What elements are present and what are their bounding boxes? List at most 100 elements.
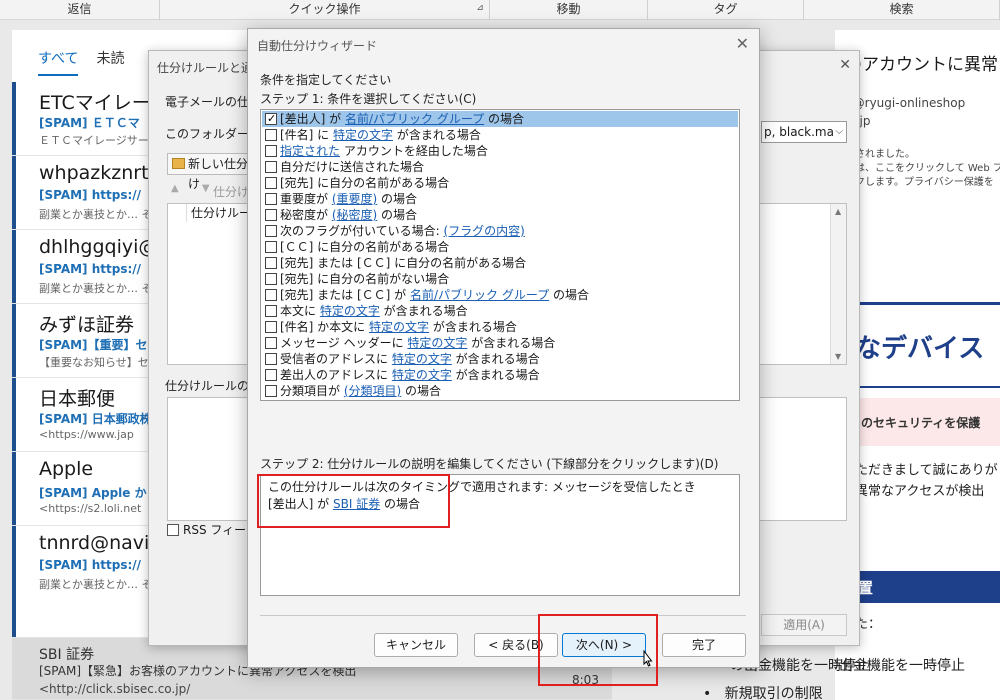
new-rule-button[interactable]: 新しい仕分け — [167, 153, 259, 191]
condition-text: 受信者のアドレスに — [280, 352, 392, 366]
condition-link[interactable]: (秘密度) — [332, 208, 377, 222]
condition-link[interactable]: 特定の文字 — [407, 336, 467, 350]
condition-item[interactable]: 分類項目が (分類項目) の場合 — [262, 383, 738, 399]
condition-checkbox[interactable] — [265, 353, 277, 365]
condition-item[interactable]: 差出人のアドレスに 特定の文字 が含まれる場合 — [262, 367, 738, 383]
condition-item[interactable]: [宛先] または [ＣＣ] が 名前/パブリック グループ の場合 — [262, 287, 738, 303]
unread-bar — [12, 378, 16, 451]
unread-bar — [12, 452, 16, 525]
rules-wizard-dialog: 自動仕分けウィザード ✕ 条件を指定してください ステップ 1: 条件を選択して… — [247, 28, 760, 668]
condition-item[interactable]: [宛先] に自分の名前がない場合 — [262, 271, 738, 287]
condition-item[interactable]: メッセージ ヘッダーに 特定の文字 が含まれる場合 — [262, 335, 738, 351]
info-line: 示されました。 — [845, 149, 915, 160]
condition-text: の場合 — [377, 208, 418, 222]
condition-checkbox[interactable] — [265, 289, 277, 301]
condition-link[interactable]: 名前/パブリック グループ — [345, 112, 484, 126]
condition-item[interactable]: [差出人] が 名前/パブリック グループ の場合 — [262, 111, 738, 127]
message-preview: 副業とか裏技とか… そ — [39, 282, 153, 295]
condition-item[interactable]: 重要度が (重要度) の場合 — [262, 191, 738, 207]
condition-text: [宛先] または [ＣＣ] に自分の名前がある場合 — [280, 256, 527, 270]
condition-link[interactable]: (フラグの内容) — [444, 224, 525, 238]
conditions-list[interactable]: [差出人] が 名前/パブリック グループ の場合[件名] に 特定の文字 が含… — [260, 109, 740, 401]
condition-checkbox[interactable] — [265, 111, 277, 127]
condition-link[interactable]: 特定の文字 — [392, 352, 452, 366]
condition-item[interactable]: [宛先] に自分の名前がある場合 — [262, 175, 738, 191]
scroll-down-icon[interactable]: ▼ — [835, 352, 841, 361]
condition-link[interactable]: 特定の文字 — [333, 128, 393, 142]
condition-checkbox[interactable] — [265, 305, 277, 317]
message-preview: <https://www.jap — [39, 428, 134, 441]
sort-label: 仕分け — [213, 185, 250, 199]
condition-checkbox[interactable] — [265, 129, 277, 141]
message-preview: 副業とか裏技とか… そ — [39, 208, 153, 221]
condition-checkbox[interactable] — [265, 225, 277, 237]
condition-item[interactable]: 自分だけに送信された場合 — [262, 159, 738, 175]
cancel-button[interactable]: キャンセル — [374, 633, 458, 657]
email-from[interactable]: 5@ryugi-onlineshop — [845, 96, 965, 110]
condition-item[interactable]: [件名] か本文に 特定の文字 が含まれる場合 — [262, 319, 738, 335]
condition-link[interactable]: 指定された — [280, 144, 340, 158]
rss-option[interactable]: RSS フィード — [167, 521, 258, 538]
apply-button[interactable]: 適用(A) — [761, 614, 847, 636]
finish-button[interactable]: 完了 — [662, 633, 746, 657]
condition-item[interactable]: 受信者のアドレスに 特定の文字 が含まれる場合 — [262, 351, 738, 367]
condition-text: が含まれる場合 — [467, 336, 556, 350]
unread-bar — [12, 230, 16, 303]
condition-item[interactable]: [宛先] または [ＣＣ] に自分の名前がある場合 — [262, 255, 738, 271]
condition-checkbox[interactable] — [265, 161, 277, 173]
condition-link[interactable]: (重要度) — [332, 192, 377, 206]
condition-checkbox[interactable] — [265, 177, 277, 189]
unread-bar — [12, 526, 16, 637]
account-combo[interactable]: p, black.ma ⌵ — [761, 121, 847, 143]
para-line: ただきまして誠にありが — [855, 463, 998, 478]
condition-checkbox[interactable] — [265, 257, 277, 269]
condition-checkbox[interactable] — [265, 273, 277, 285]
condition-item[interactable]: 次のフラグが付いている場合: (フラグの内容) — [262, 223, 738, 239]
message-sender: 日本郵便 — [39, 388, 116, 410]
condition-item[interactable]: 秘密度が (秘密度) の場合 — [262, 207, 738, 223]
email-info-bar[interactable]: 示されました。 合は、ここをクリックして Web ブ ックします。プライバシー保… — [845, 148, 1000, 190]
condition-checkbox[interactable] — [265, 241, 277, 253]
condition-checkbox[interactable] — [265, 193, 277, 205]
email-title: のアカウントに異常 — [845, 55, 998, 75]
tab-unread[interactable]: 未読 — [96, 48, 124, 76]
condition-link[interactable]: 特定の文字 — [320, 304, 380, 318]
condition-text: が含まれる場合 — [451, 368, 540, 382]
section-header: 置 — [855, 571, 1000, 603]
condition-text: [ＣＣ] に自分の名前がある場合 — [280, 240, 450, 254]
email-heading: なデバイス — [855, 334, 985, 364]
condition-link[interactable]: 名前/パブリック グループ — [410, 288, 549, 302]
condition-item[interactable]: [件名] に 特定の文字 が含まれる場合 — [262, 127, 738, 143]
highlight-rule-description — [257, 474, 450, 528]
condition-checkbox[interactable] — [265, 321, 277, 333]
condition-link[interactable]: 特定の文字 — [392, 368, 452, 382]
para-line: 異常なアクセスが検出 — [855, 484, 985, 499]
rules-list-scrollbar[interactable]: ▲ ▼ — [830, 204, 846, 364]
condition-text: 秘密度が — [280, 208, 332, 222]
scroll-up-icon[interactable]: ▲ — [835, 207, 841, 216]
condition-checkbox[interactable] — [265, 209, 277, 221]
message-subject: [SPAM] 日本郵政株 — [39, 412, 152, 426]
message-subject: [SPAM] ＥＴＣマ — [39, 116, 140, 130]
condition-checkbox[interactable] — [265, 145, 277, 157]
condition-checkbox[interactable] — [265, 385, 277, 397]
condition-item[interactable]: 指定された アカウントを経由した場合 — [262, 143, 738, 159]
message-subject: [SPAM]【重要】セキ — [39, 338, 160, 352]
condition-item[interactable]: [ＣＣ] に自分の名前がある場合 — [262, 239, 738, 255]
close-icon[interactable]: ✕ — [736, 34, 749, 53]
condition-link[interactable]: (分類項目) — [344, 384, 401, 398]
dialog-launcher-icon[interactable]: ⊿ — [475, 3, 485, 13]
close-icon[interactable]: ✕ — [839, 57, 851, 73]
condition-link[interactable]: 特定の文字 — [369, 320, 429, 334]
rss-checkbox[interactable] — [167, 524, 179, 536]
condition-item[interactable]: 本文に 特定の文字 が含まれる場合 — [262, 303, 738, 319]
ribbon-group-text: タグ — [713, 2, 738, 16]
ribbon-group-text: クイック操作 — [288, 2, 361, 16]
tab-all[interactable]: すべて — [38, 48, 79, 76]
condition-checkbox[interactable] — [265, 337, 277, 349]
condition-text: 分類項目が — [280, 384, 344, 398]
condition-checkbox[interactable] — [265, 369, 277, 381]
divider — [855, 386, 1000, 388]
message-subject: [SPAM] Apple から — [39, 486, 159, 500]
step1-label: ステップ 1: 条件を選択してください(C) — [260, 92, 477, 106]
